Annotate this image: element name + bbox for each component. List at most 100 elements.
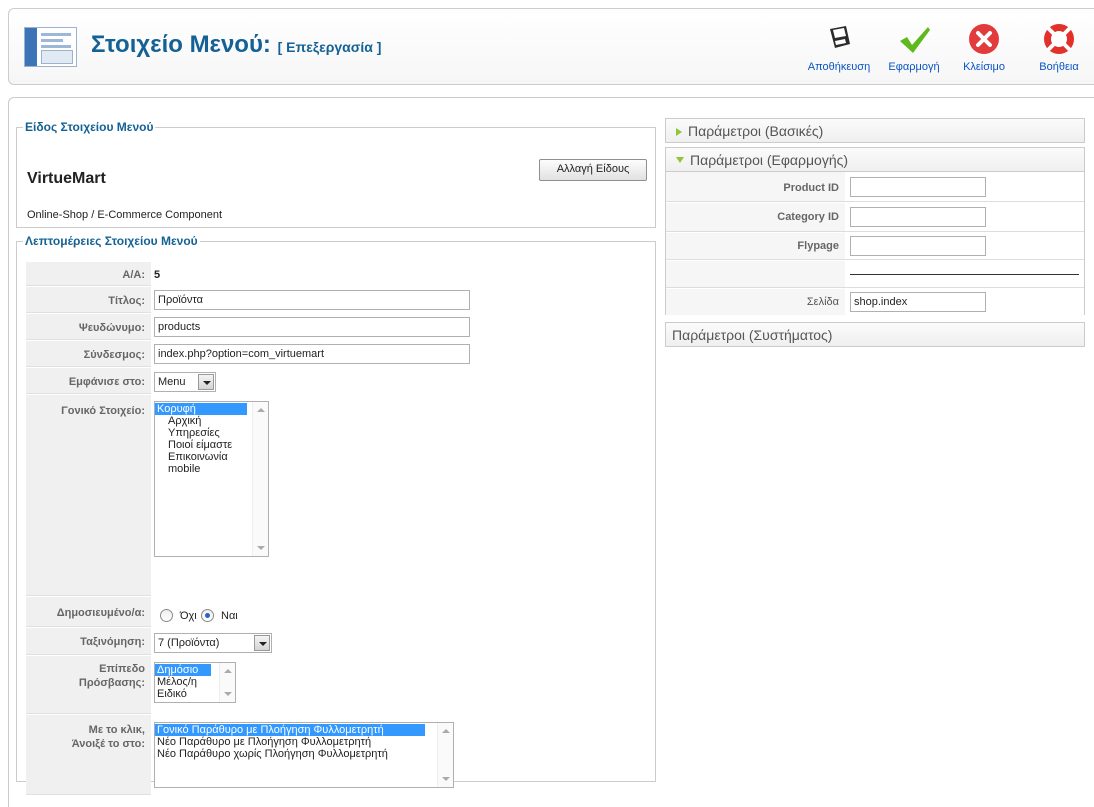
target-window-listbox[interactable]: Γονικό Παράθυρο με Πλοήγηση Φυλλομετρητή… — [154, 722, 454, 788]
chevron-down-icon — [198, 374, 214, 390]
ordering-value: 7 (Προϊόντα) — [158, 637, 220, 649]
published-label: Δημοσιευμένο/α: — [26, 597, 151, 627]
id-label: Α/Α: — [26, 262, 151, 286]
parent-item-label: Γονικό Στοιχείο: — [26, 395, 151, 596]
title-label: Τίτλος: — [26, 287, 151, 313]
row-published: Δημοσιευμένο/α: Όχι Ναι — [26, 597, 641, 627]
menu-item-details-fieldset: Λεπτομέρειες Στοιχείου Μενού Α/Α: 5 Τίτλ… — [16, 234, 656, 795]
params-app-toggle[interactable]: Παράμετροι (Εφαρμογής) — [665, 147, 1085, 172]
save-label: Αποθήκευση — [807, 61, 871, 73]
row-parent-item: Γονικό Στοιχείο: Κορυφή Αρχική Υπηρεσίες… — [26, 395, 641, 596]
help-lifebuoy-icon — [1044, 24, 1074, 54]
page-title: Στοιχείο Μενού: [ Επεξεργασία ] — [91, 31, 381, 59]
params-system-toggle[interactable]: Παράμετροι (Συστήματος) — [665, 322, 1085, 347]
close-icon — [969, 24, 999, 54]
spacer-line — [850, 274, 1079, 275]
alias-label: Ψευδώνυμο: — [26, 314, 151, 340]
target-option[interactable]: Νέο Παράθυρο με Πλοήγηση Φυλλομετρητή — [155, 736, 453, 748]
param-row-flypage: Flypage — [666, 233, 1084, 260]
menu-item-type-fieldset: Είδος Στοιχείου Μενού VirtueMart Online-… — [16, 120, 656, 228]
scroll-up-icon — [257, 408, 265, 412]
flypage-input[interactable] — [850, 236, 986, 256]
row-link: Σύνδεσμος: index.php?option=com_virtuema… — [26, 341, 641, 367]
ordering-label: Ταξινόμηση: — [26, 628, 151, 655]
title-input[interactable]: Προϊόντα — [154, 290, 470, 310]
param-row-page: Σελίδα shop.index — [666, 289, 1084, 315]
row-title: Τίτλος: Προϊόντα — [26, 287, 641, 313]
params-basic-toggle[interactable]: Παράμετροι (Βασικές) — [665, 118, 1085, 143]
help-button[interactable]: Βοήθεια — [1023, 21, 1094, 73]
flypage-label: Flypage — [666, 233, 845, 259]
row-id: Α/Α: 5 — [26, 262, 641, 286]
access-label-line2: Πρόσβασης: — [78, 677, 145, 689]
target-option[interactable]: Γονικό Παράθυρο με Πλοήγηση Φυλλομετρητή — [155, 724, 425, 736]
published-no-label: Όχι — [180, 610, 197, 622]
separator-label — [666, 261, 845, 287]
category-id-label: Category ID — [666, 203, 845, 231]
access-listbox-scrollbar[interactable] — [219, 663, 235, 702]
access-option[interactable]: Δημόσιο — [155, 664, 211, 676]
row-ordering: Ταξινόμηση: 7 (Προϊόντα) — [26, 628, 641, 655]
menu-item-icon — [24, 27, 77, 67]
category-id-input[interactable] — [850, 207, 986, 227]
access-label: Επίπεδο Πρόσβασης: — [26, 656, 151, 714]
row-access-level: Επίπεδο Πρόσβασης: Δημόσιο Μέλος/η Ειδικ… — [26, 656, 641, 714]
published-no-radio[interactable] — [160, 609, 173, 622]
display-in-select[interactable]: Menu — [154, 372, 216, 392]
parent-listbox-scrollbar[interactable] — [252, 402, 268, 556]
row-on-click-target: Με το κλικ, Άνοιξέ το στο: Γονικό Παράθυ… — [26, 715, 641, 795]
close-button[interactable]: Κλείσιμο — [949, 21, 1019, 73]
published-yes-radio[interactable] — [201, 609, 214, 622]
params-app-title: Παράμετροι (Εφαρμογής) — [690, 152, 849, 168]
parent-option[interactable]: Κορυφή — [155, 403, 247, 415]
display-in-label: Εμφάνισε στο: — [26, 368, 151, 394]
component-name: VirtueMart — [27, 170, 106, 187]
menu-item-details-legend: Λεπτομέρειες Στοιχείου Μενού — [25, 234, 198, 248]
access-label-line1: Επίπεδο — [99, 663, 145, 675]
params-basic-title: Παράμετροι (Βασικές) — [688, 123, 824, 139]
target-option[interactable]: Νέο Παράθυρο χωρίς Πλοήγηση Φυλλομετρητή — [155, 748, 453, 760]
collapse-arrow-icon — [676, 157, 684, 163]
page-subtitle: [ Επεξεργασία ] — [277, 39, 382, 55]
page-title-text: Στοιχείο Μενού: — [91, 31, 271, 58]
row-alias: Ψευδώνυμο: products — [26, 314, 641, 340]
menu-item-type-legend: Είδος Στοιχείου Μενού — [25, 120, 154, 134]
help-label: Βοήθεια — [1039, 61, 1079, 73]
product-id-label: Product ID — [666, 172, 845, 201]
ordering-select[interactable]: 7 (Προϊόντα) — [154, 633, 272, 653]
parent-item-listbox[interactable]: Κορυφή Αρχική Υπηρεσίες Ποιοί είμαστε Επ… — [154, 401, 269, 557]
scroll-down-icon — [257, 546, 265, 550]
page-input[interactable]: shop.index — [850, 292, 986, 312]
apply-button[interactable]: Εφαρμογή — [879, 21, 949, 73]
page-label: Σελίδα — [666, 289, 845, 315]
toolbar-header: Στοιχείο Μενού: [ Επεξεργασία ] Αποθήκευ… — [8, 8, 1094, 85]
row-display-in: Εμφάνισε στο: Menu — [26, 368, 641, 394]
change-type-button[interactable]: Αλλαγή Είδους — [539, 159, 647, 181]
alias-input[interactable]: products — [154, 317, 470, 337]
param-row-product-id: Product ID — [666, 172, 1084, 202]
target-label: Με το κλικ, Άνοιξέ το στο: — [26, 715, 151, 795]
expand-arrow-icon — [676, 128, 682, 136]
target-listbox-scrollbar[interactable] — [437, 723, 453, 787]
save-button[interactable]: Αποθήκευση — [804, 21, 874, 73]
target-label-line2: Άνοιξέ το στο: — [71, 738, 145, 750]
close-label: Κλείσιμο — [963, 61, 1005, 73]
chevron-down-icon — [254, 635, 270, 651]
apply-checkmark-icon — [900, 27, 930, 53]
product-id-input[interactable] — [850, 177, 986, 197]
params-app-body: Product ID Category ID Flypage Σελίδα sh… — [665, 172, 1085, 315]
link-input[interactable]: index.php?option=com_virtuemart — [154, 344, 470, 364]
param-row-category-id: Category ID — [666, 203, 1084, 232]
link-label: Σύνδεσμος: — [26, 341, 151, 367]
param-row-separator — [666, 261, 1084, 288]
scroll-down-icon — [442, 777, 450, 781]
display-in-value: Menu — [158, 376, 186, 388]
access-level-listbox[interactable]: Δημόσιο Μέλος/η Ειδικό — [154, 662, 236, 703]
scroll-down-icon — [224, 692, 232, 696]
apply-label: Εφαρμογή — [888, 61, 940, 73]
save-icon — [830, 26, 850, 48]
scroll-up-icon — [442, 729, 450, 733]
published-yes-label: Ναι — [221, 610, 238, 622]
scroll-up-icon — [224, 669, 232, 673]
target-label-line1: Με το κλικ, — [88, 724, 145, 736]
